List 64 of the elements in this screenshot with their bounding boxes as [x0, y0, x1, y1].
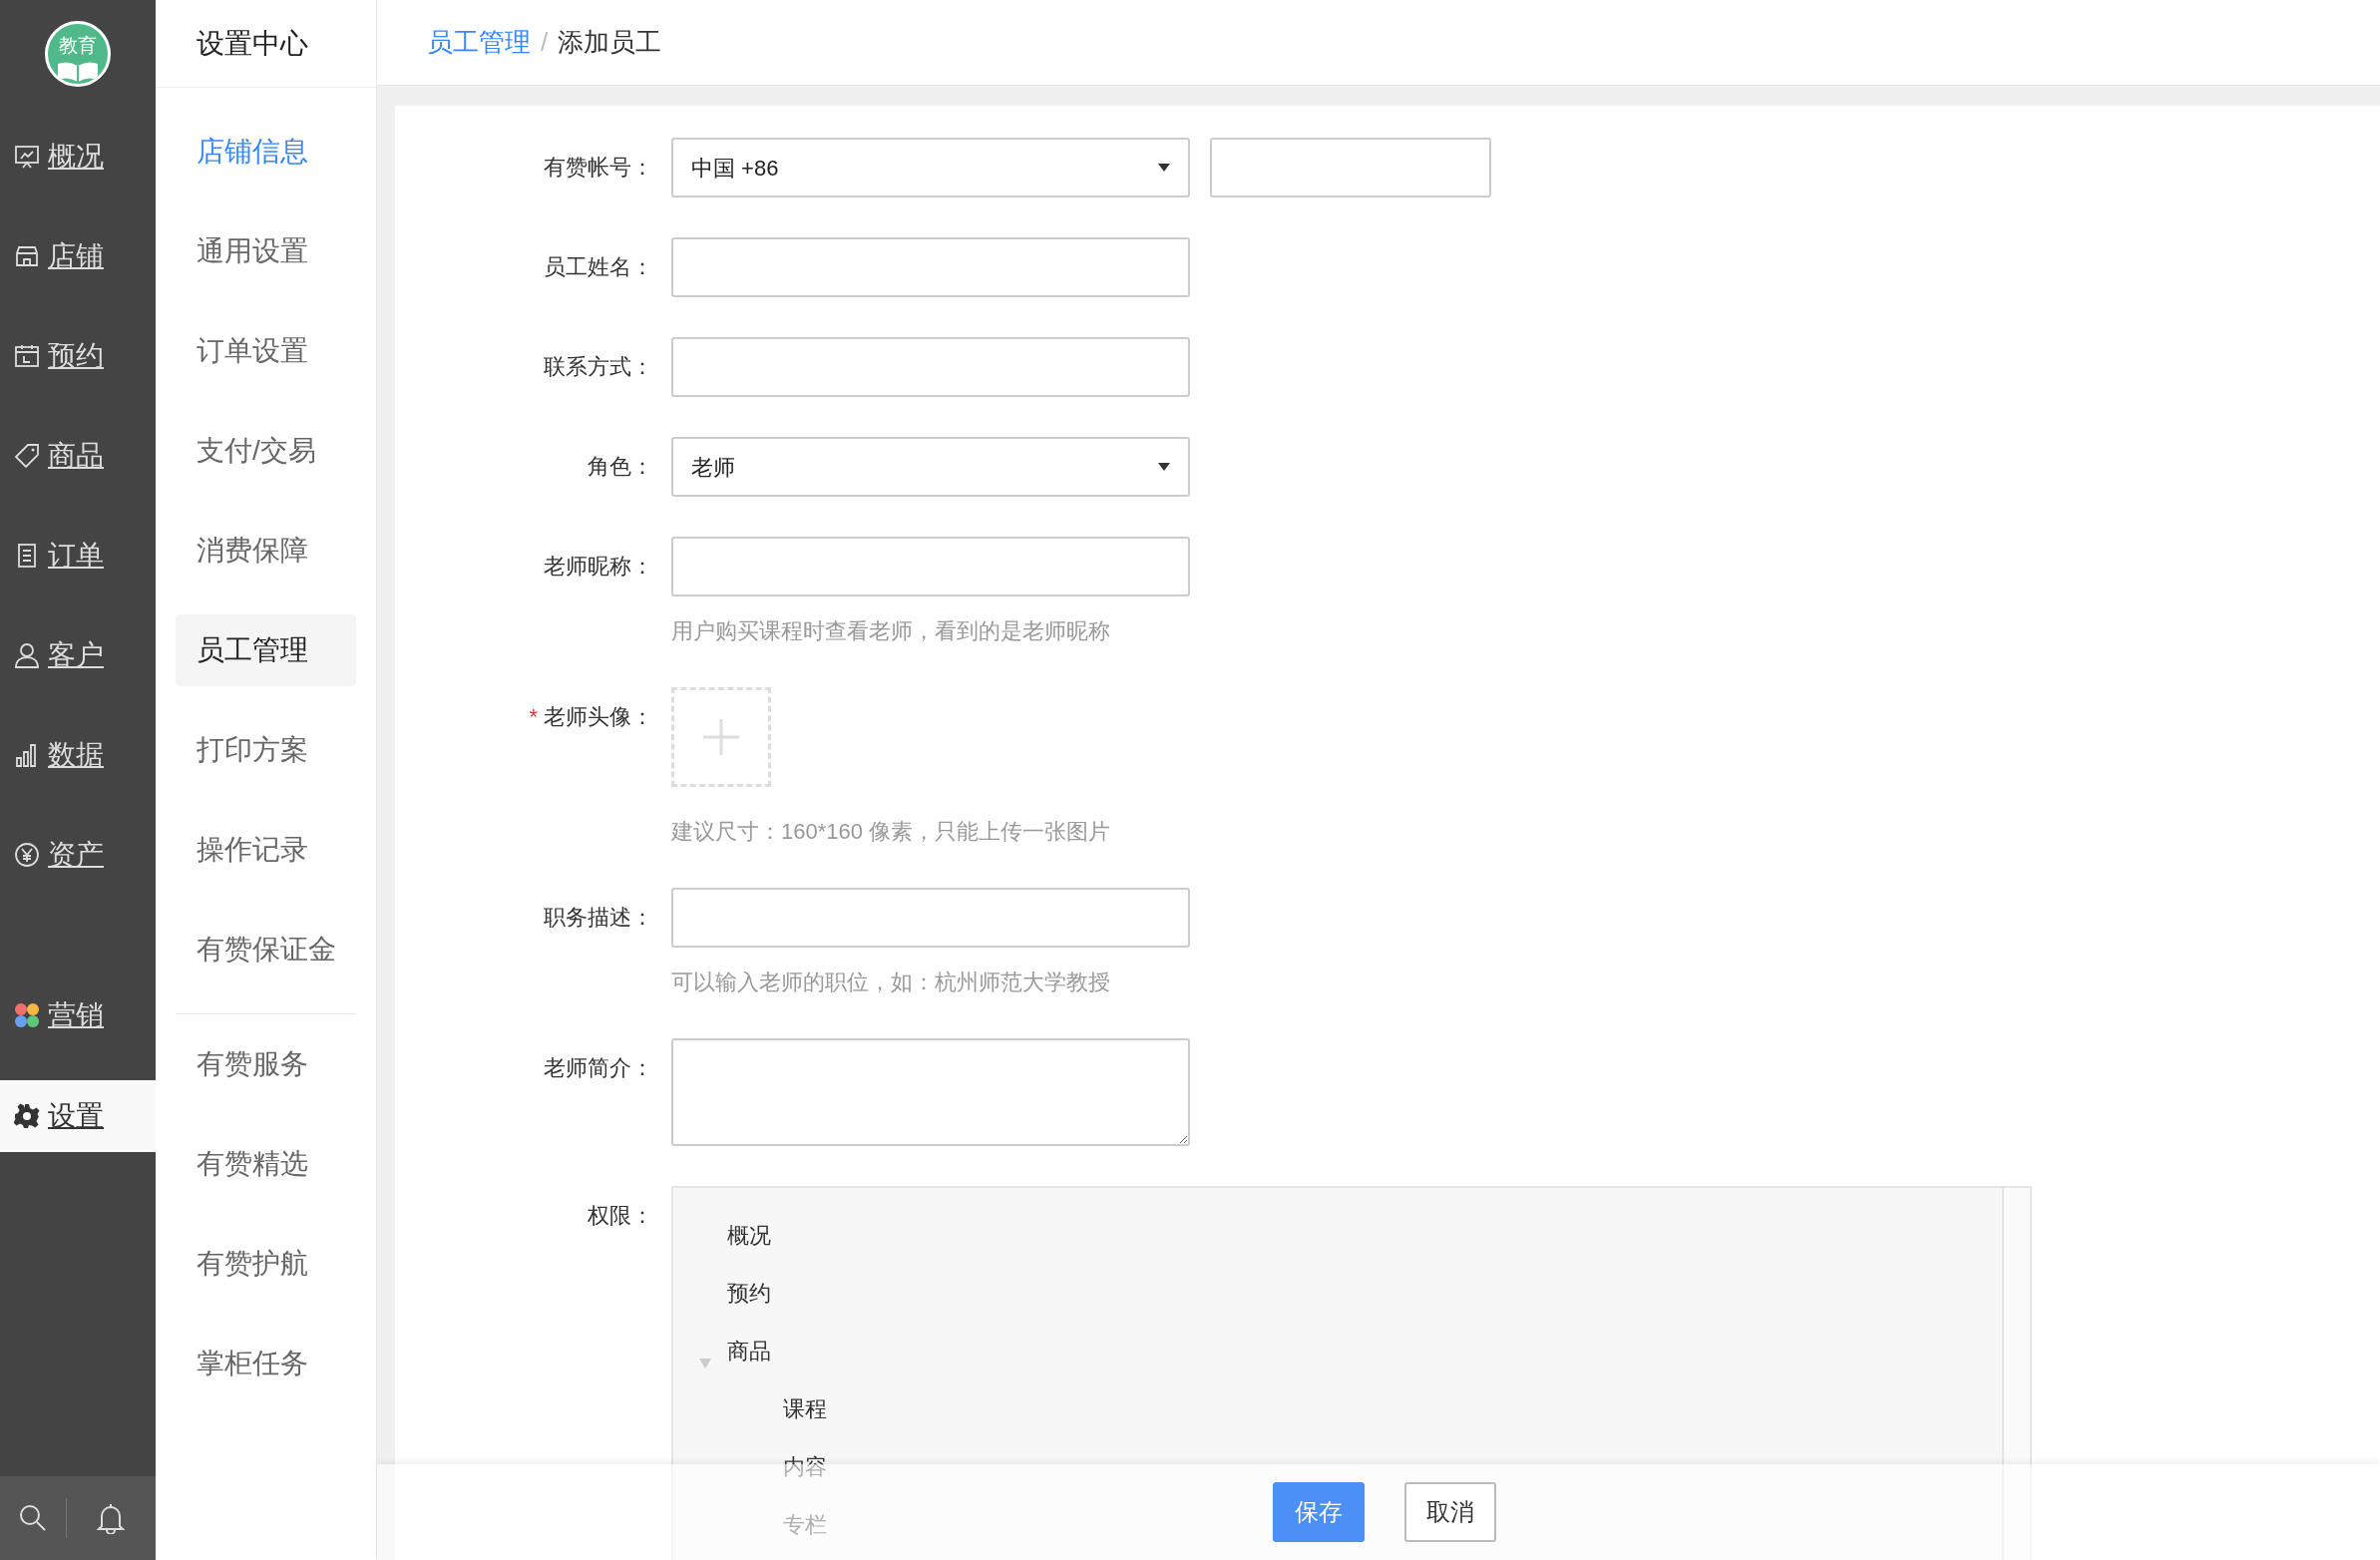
sidebar-item[interactable]: 客户 [0, 605, 156, 705]
panel-title: 设置中心 [156, 0, 376, 88]
plus-icon [701, 717, 741, 757]
tree-item[interactable]: 概况 [727, 1218, 771, 1252]
field-label: 老师头像： [544, 704, 653, 729]
tree-item[interactable]: 课程 [783, 1391, 827, 1425]
settings-icon [14, 1103, 40, 1129]
caret-icon[interactable] [699, 1359, 711, 1369]
sidebar-item[interactable]: 设置 [0, 1080, 156, 1152]
sidebar-item[interactable]: 订单 [0, 506, 156, 605]
required-mark: * [529, 704, 538, 729]
yen-icon [14, 842, 40, 868]
user-icon [14, 642, 40, 668]
input-field[interactable] [671, 537, 1190, 596]
nav-item[interactable]: 员工管理 [176, 614, 356, 686]
nav-item[interactable]: 打印方案 [176, 714, 356, 786]
clover-icon [14, 1002, 40, 1028]
nav-item[interactable]: 消费保障 [176, 515, 356, 586]
store-icon [14, 243, 40, 269]
nav-item[interactable]: 订单设置 [176, 315, 356, 387]
nav-item[interactable]: 通用设置 [176, 215, 356, 287]
field-label: 角色： [588, 454, 653, 479]
help-text: 用户购买课程时查看老师，看到的是老师昵称 [671, 617, 1111, 645]
help-text: 可以输入老师的职位，如：杭州师范大学教授 [671, 969, 1111, 996]
field-label: 员工姓名： [544, 254, 653, 279]
field-label: 有赞帐号： [544, 155, 653, 180]
dropdown-caret-icon [1158, 164, 1170, 172]
input-field[interactable] [671, 888, 1190, 948]
search-icon[interactable] [18, 1503, 48, 1533]
presentation-icon [14, 144, 40, 170]
sidebar-item[interactable]: 营销 [0, 966, 156, 1065]
field-label: 职务描述： [544, 905, 653, 930]
dropdown-caret-icon [1158, 463, 1170, 471]
help-text: 建议尺寸：160*160 像素，只能上传一张图片 [671, 818, 1111, 846]
nav-item[interactable]: 支付/交易 [176, 415, 356, 487]
upload-box[interactable] [671, 687, 771, 787]
sidebar-item[interactable]: 商品 [0, 406, 156, 506]
textarea-field[interactable] [671, 1038, 1190, 1146]
calendar-icon [14, 343, 40, 369]
sidebar-item[interactable]: 资产 [0, 805, 156, 905]
field-label: 老师简介： [544, 1055, 653, 1080]
nav-item[interactable]: 有赞护航 [176, 1228, 356, 1300]
breadcrumb-current: 添加员工 [558, 26, 662, 59]
field-label: 联系方式： [544, 354, 653, 379]
field-label: 老师昵称： [544, 554, 653, 579]
field-label: 权限： [588, 1203, 653, 1228]
cancel-button[interactable]: 取消 [1404, 1482, 1496, 1542]
nav-item[interactable]: 操作记录 [176, 814, 356, 886]
tag-icon [14, 443, 40, 469]
logo: 教育 [45, 20, 111, 87]
input-field[interactable] [671, 337, 1190, 397]
input-field[interactable] [671, 237, 1190, 297]
input-field[interactable] [1210, 138, 1491, 197]
tree-item[interactable]: 预约 [727, 1276, 771, 1310]
select-field[interactable]: 老师 [671, 437, 1190, 497]
breadcrumb-separator: / [541, 26, 549, 59]
bell-icon[interactable] [96, 1502, 126, 1534]
nav-item[interactable]: 有赞服务 [176, 1028, 356, 1100]
nav-item[interactable]: 有赞精选 [176, 1128, 356, 1200]
nav-item[interactable]: 掌柜任务 [176, 1328, 356, 1399]
tree-item[interactable]: 商品 [727, 1334, 771, 1367]
select-field[interactable]: 中国 +86 [671, 138, 1190, 197]
nav-item[interactable]: 有赞保证金 [176, 914, 356, 985]
sidebar-item[interactable]: 店铺 [0, 206, 156, 306]
